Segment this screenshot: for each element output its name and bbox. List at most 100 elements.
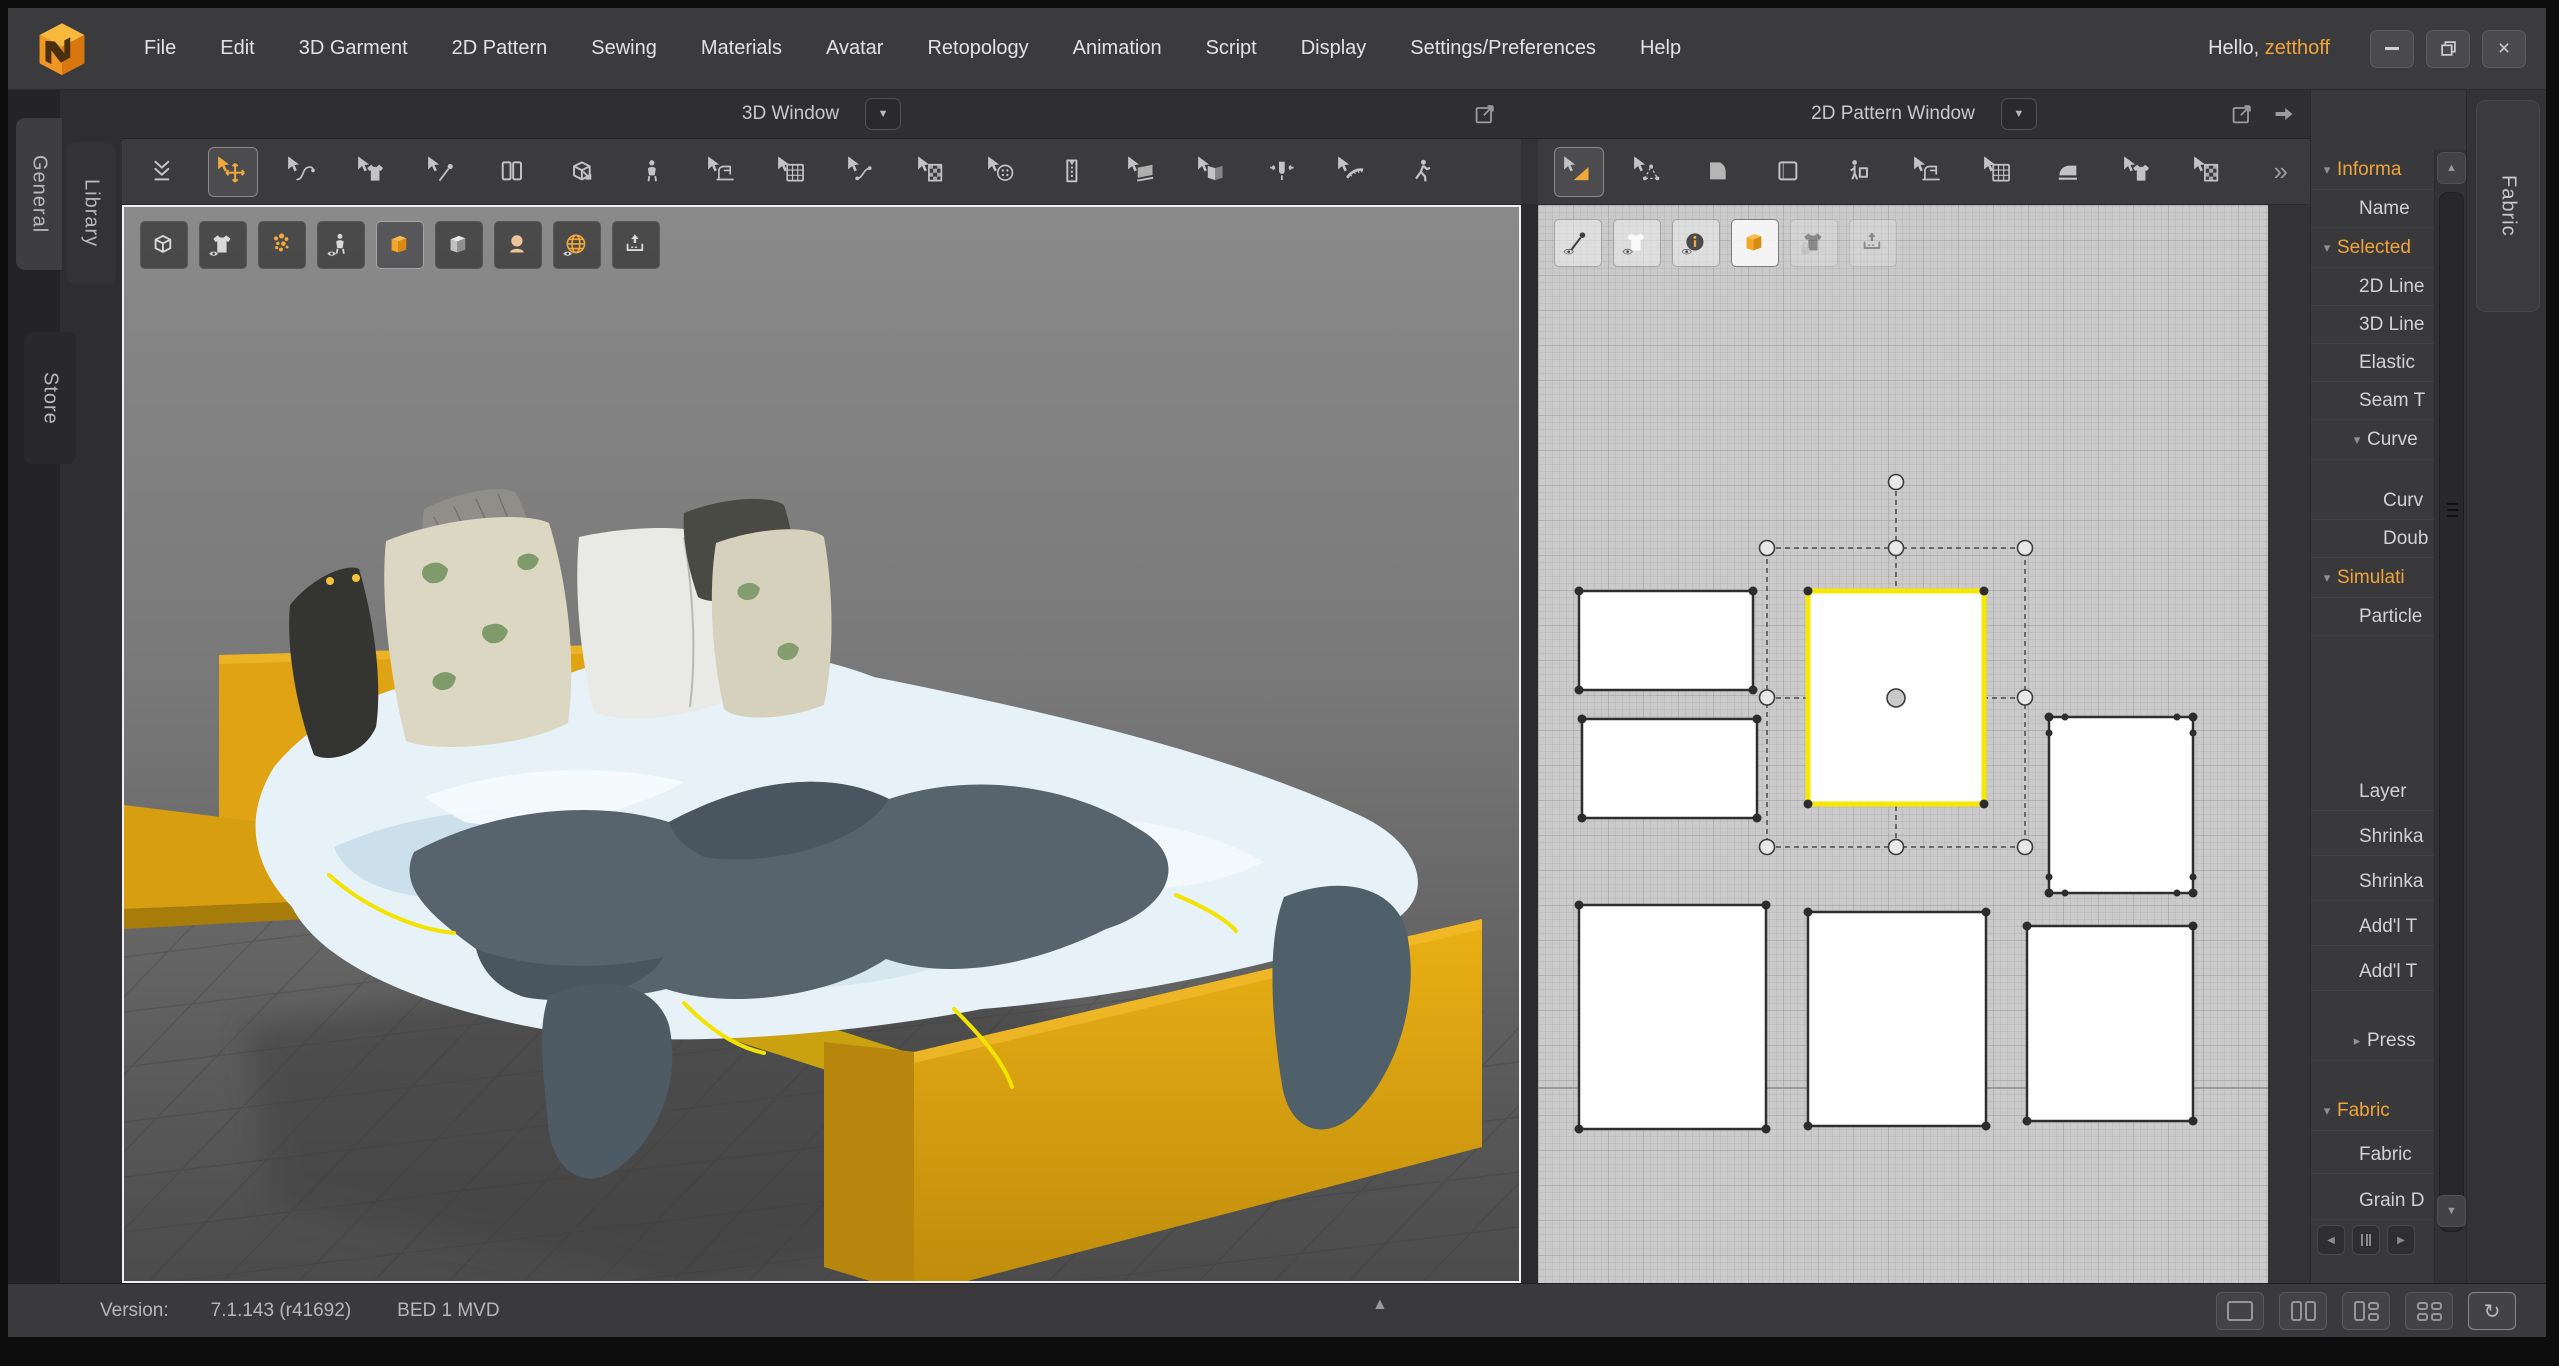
property-row-shrinka[interactable]: Shrinka (2311, 818, 2434, 856)
property-header-informa[interactable]: ▾Informa (2311, 150, 2434, 190)
pattern-notch-point[interactable] (2190, 874, 2197, 881)
toggle-render-2d-button[interactable] (1849, 219, 1897, 267)
property-header-fabric[interactable]: ▾Fabric (2311, 1091, 2434, 1131)
hscroll-thumb-button[interactable] (2352, 1225, 2380, 1255)
layout-two-pane-button[interactable] (2279, 1292, 2327, 1330)
pattern-point[interactable] (1804, 800, 1813, 809)
pattern-point[interactable] (1980, 800, 1989, 809)
menu-item-display[interactable]: Display (1301, 37, 1367, 60)
pattern-point[interactable] (1749, 587, 1758, 596)
menu-item-settings-preferences[interactable]: Settings/Preferences (1410, 37, 1596, 60)
tool-fold-tool-button[interactable] (1188, 147, 1238, 197)
property-subheader-curve[interactable]: ▾Curve (2311, 420, 2434, 460)
selection-scale-handle[interactable] (1760, 840, 1775, 855)
tool-walkthrough-button[interactable] (1398, 147, 1448, 197)
menu-item-help[interactable]: Help (1640, 37, 1681, 60)
pattern-point[interactable] (1753, 715, 1762, 724)
pattern-point[interactable] (1804, 908, 1813, 917)
tool-edit-sewing-button[interactable] (1904, 147, 1954, 197)
toggle-show-avatar-skin-button[interactable] (494, 221, 542, 269)
chevron-right-icon[interactable]: ▸ (2347, 1033, 2367, 1049)
tool-internal-lines-button[interactable] (1974, 147, 2024, 197)
toggle-show-patterns-2d-button[interactable] (1731, 219, 1779, 267)
property-row-shrinka[interactable]: Shrinka (2311, 863, 2434, 901)
close-button[interactable]: × (2482, 30, 2526, 68)
menu-item-2d-pattern[interactable]: 2D Pattern (452, 37, 548, 60)
toggle-show-garment-button[interactable] (199, 221, 247, 269)
property-row-add-l-t[interactable]: Add'l T (2311, 908, 2434, 946)
property-subrow-doub[interactable]: Doub (2311, 520, 2434, 558)
tab-general[interactable]: General (16, 118, 62, 270)
pattern-point[interactable] (1753, 814, 1762, 823)
tool-fabric-roll-2d-button[interactable] (2184, 147, 2234, 197)
scroll-down-button[interactable]: ▼ (2437, 1195, 2466, 1227)
menu-item-materials[interactable]: Materials (701, 37, 782, 60)
3d-window-selector-dropdown[interactable]: ▼ (865, 98, 901, 130)
2d-window-selector-dropdown[interactable]: ▼ (2001, 98, 2037, 130)
tool-select-curve-button[interactable] (278, 147, 328, 197)
3d-viewport[interactable] (122, 205, 1521, 1283)
toggle-render-view-button[interactable] (612, 221, 660, 269)
property-header-selected[interactable]: ▾Selected (2311, 228, 2434, 268)
pattern-point[interactable] (1804, 587, 1813, 596)
selection-scale-handle[interactable] (1760, 541, 1775, 556)
menu-item-edit[interactable]: Edit (220, 37, 254, 60)
layout-single-button[interactable] (2216, 1292, 2264, 1330)
property-row-2d-line[interactable]: 2D Line (2311, 268, 2434, 306)
pattern-point[interactable] (1575, 1125, 1584, 1134)
pattern-notch-point[interactable] (2046, 730, 2053, 737)
tool-select-garment-button[interactable] (348, 147, 398, 197)
toggle-show-garment-2d-button[interactable] (1613, 219, 1661, 267)
pattern-point[interactable] (1749, 686, 1758, 695)
pattern-piece-1[interactable] (1575, 587, 1758, 695)
pattern-notch-point[interactable] (2174, 890, 2181, 897)
toggle-show-pattern-info-button[interactable] (1672, 219, 1720, 267)
toggle-show-pins-button[interactable] (258, 221, 306, 269)
menu-item-avatar[interactable]: Avatar (826, 37, 883, 60)
pattern-point[interactable] (1762, 1125, 1771, 1134)
selection-scale-handle[interactable] (2018, 541, 2033, 556)
menu-item-file[interactable]: File (144, 37, 176, 60)
tool-transform-pattern-button[interactable] (1554, 147, 1604, 197)
tool-steam-iron-button[interactable] (2044, 147, 2094, 197)
property-subheader-press[interactable]: ▸Press (2311, 1021, 2434, 1061)
pattern-piece-4[interactable] (2045, 713, 2198, 898)
tool-arrange-avatar-button[interactable] (628, 147, 678, 197)
tool-zipper-tool-button[interactable] (1048, 147, 1098, 197)
chevron-down-icon[interactable]: ▾ (2317, 162, 2337, 178)
toggle-show-patterns-button[interactable] (376, 221, 424, 269)
pattern-point[interactable] (1575, 901, 1584, 910)
tool-rectangle-pattern-button[interactable] (1764, 147, 1814, 197)
tool-grade-garment-button[interactable] (2114, 147, 2164, 197)
pattern-point[interactable] (1575, 587, 1584, 596)
tool-sewing-3d-button[interactable] (698, 147, 748, 197)
property-row-3d-line[interactable]: 3D Line (2311, 306, 2434, 344)
selection-scale-handle[interactable] (2018, 690, 2033, 705)
property-row-fabric[interactable]: Fabric (2311, 1136, 2434, 1174)
minimize-button[interactable] (2370, 30, 2414, 68)
tool-polygon-pattern-button[interactable] (1694, 147, 1744, 197)
property-row-seam-t[interactable]: Seam T (2311, 382, 2434, 420)
property-row-layer[interactable]: Layer (2311, 773, 2434, 811)
scroll-up-button[interactable]: ▲ (2437, 152, 2466, 184)
toggle-show-avatar-button[interactable] (317, 221, 365, 269)
tool-fabric-texture-button[interactable] (768, 147, 818, 197)
chevron-down-icon[interactable]: ▾ (2317, 240, 2337, 256)
restore-button[interactable] (2426, 30, 2470, 68)
3d-window-popout-icon[interactable] (1473, 102, 1497, 126)
property-row-elastic[interactable]: Elastic (2311, 344, 2434, 382)
selection-scale-handle[interactable] (2018, 840, 2033, 855)
properties-scrollbar[interactable]: ▲ ▼ (2434, 150, 2467, 1283)
chevron-down-icon[interactable]: ▾ (2347, 432, 2367, 448)
toggle-show-solid-button[interactable] (140, 221, 188, 269)
menu-item-animation[interactable]: Animation (1073, 37, 1162, 60)
pattern-point[interactable] (1982, 908, 1991, 917)
menu-item-retopology[interactable]: Retopology (927, 37, 1028, 60)
tool-simulate-button[interactable] (138, 147, 188, 197)
tool-trim-tool-button[interactable] (1118, 147, 1168, 197)
tab-store[interactable]: Store (24, 332, 76, 464)
pattern-notch-point[interactable] (2062, 890, 2069, 897)
pattern-point[interactable] (1578, 814, 1587, 823)
pattern-point[interactable] (2045, 713, 2054, 722)
selection-scale-handle[interactable] (1889, 840, 1904, 855)
